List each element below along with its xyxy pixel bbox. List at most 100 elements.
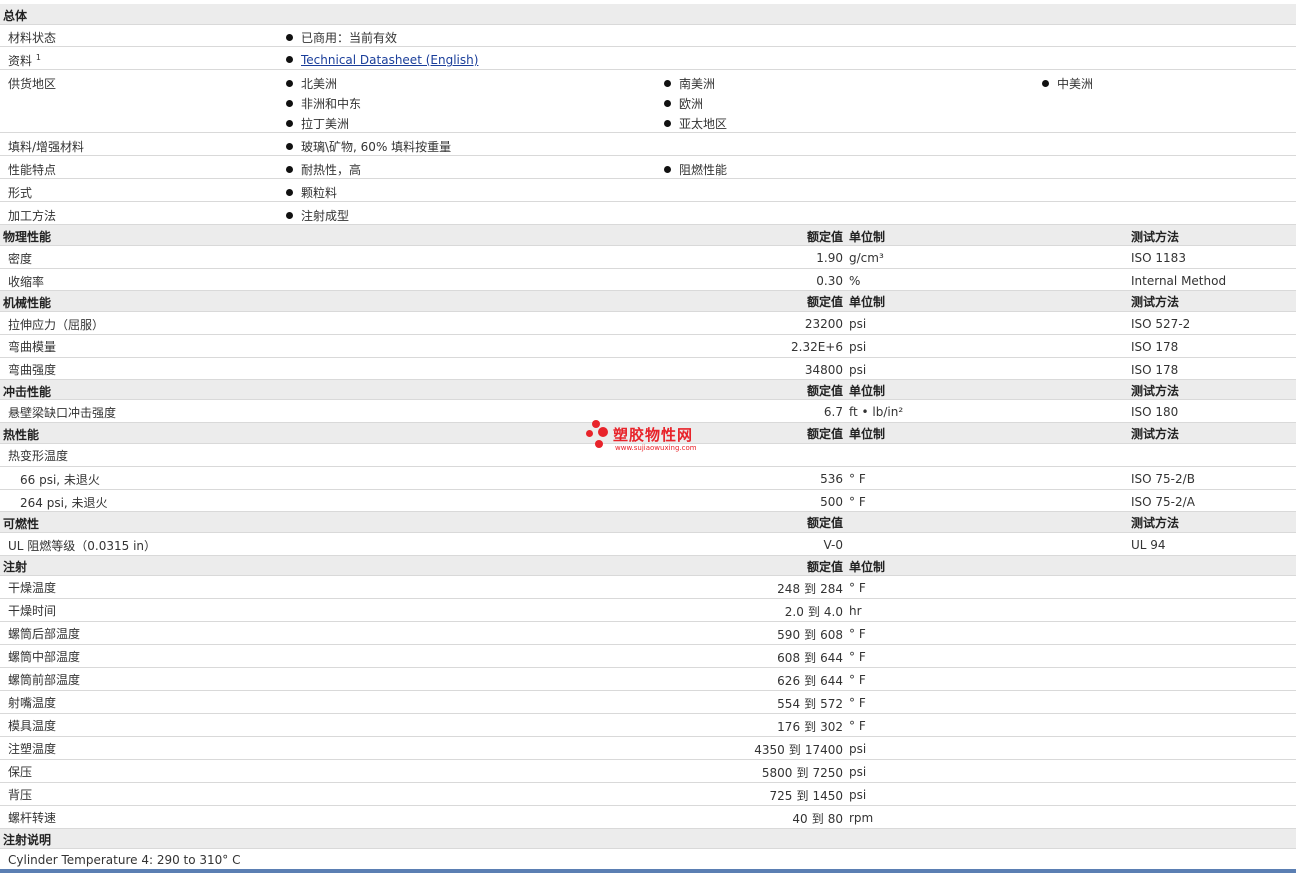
test-method: Internal Method — [1131, 274, 1227, 288]
column-header-value: 额定值 — [806, 516, 843, 530]
bullet-icon — [286, 212, 293, 219]
range-from: 608 — [777, 651, 801, 665]
table-row: 模具温度 176 到 302 ° F — [0, 714, 1296, 737]
range-from: 554 — [777, 697, 801, 711]
range-word: 到 — [804, 720, 817, 734]
property-unit: psi — [849, 788, 867, 802]
table-row: 密度 1.90 g/cm³ ISO 1183 — [0, 246, 1296, 269]
bullet-icon — [286, 80, 293, 87]
property-value: 536 — [820, 472, 843, 486]
row-regions: 供货地区 北美洲 南美洲 中美洲 非洲和中东 欧洲 拉丁美洲 亚太地区 — [0, 70, 1296, 133]
logo-dot — [598, 427, 608, 437]
range-to: 644 — [820, 651, 843, 665]
property-name: 射嘴温度 — [8, 696, 57, 710]
section-title: 机械性能 — [3, 296, 52, 310]
property-value: 1.90 — [816, 251, 843, 265]
section-title: 注射 — [3, 560, 28, 574]
column-header-unit: 单位制 — [849, 230, 886, 244]
property-unit: ft • lb/in² — [849, 405, 904, 419]
footer-border — [0, 869, 1296, 873]
table-row: 注塑温度 4350 到 17400 psi — [0, 737, 1296, 760]
bullet-icon — [286, 34, 293, 41]
table-row: UL 阻燃等级（0.0315 in） V-0 UL 94 — [0, 533, 1296, 556]
range-from: 40 — [792, 812, 808, 826]
section-mechanical: 机械性能 额定值 单位制 测试方法 — [0, 291, 1296, 312]
notes-row: Cylinder Temperature 4: 290 to 310° C — [0, 849, 1296, 869]
range-to: 1450 — [812, 789, 843, 803]
section-title: 物理性能 — [3, 230, 52, 244]
property-range: 40 到 80 — [792, 810, 843, 827]
table-row: 干燥时间 2.0 到 4.0 hr — [0, 599, 1296, 622]
range-word: 到 — [804, 697, 817, 711]
table-row: 66 psi, 未退火 536 ° F ISO 75-2/B — [0, 467, 1296, 490]
property-name: UL 阻燃等级（0.0315 in） — [8, 539, 157, 553]
property-unit: ° F — [849, 696, 866, 710]
test-method: ISO 75-2/B — [1131, 472, 1195, 486]
bullet-item: 阻燃性能 — [664, 161, 727, 178]
bullet-item: 耐热性，高 — [286, 161, 361, 178]
property-name: 弯曲模量 — [8, 340, 57, 354]
range-word: 到 — [811, 812, 824, 826]
range-word: 到 — [807, 605, 820, 619]
column-header-unit: 单位制 — [849, 560, 886, 574]
bullet-icon — [286, 143, 293, 150]
region-item: 非洲和中东 — [286, 95, 361, 112]
watermark-url: www.sujiaowuxing.com — [615, 444, 697, 452]
property-name: 螺筒中部温度 — [8, 650, 81, 664]
range-to: 17400 — [804, 743, 843, 757]
range-word: 到 — [804, 628, 817, 642]
property-value: 0.30 — [816, 274, 843, 288]
property-name: 干燥时间 — [8, 604, 57, 618]
property-unit: psi — [849, 363, 867, 377]
section-title: 热性能 — [3, 428, 40, 442]
bullet-item: Technical Datasheet (English) — [286, 53, 478, 67]
property-value: V-0 — [823, 538, 843, 552]
bullet-icon — [664, 100, 671, 107]
row-label: 填料/增强材料 — [8, 140, 85, 154]
range-from: 4350 — [754, 743, 785, 757]
range-from: 176 — [777, 720, 801, 734]
datasheet-link[interactable]: Technical Datasheet (English) — [301, 53, 478, 67]
region-item: 南美洲 — [664, 75, 715, 92]
logo-dot — [592, 420, 600, 428]
property-unit: ° F — [849, 495, 866, 509]
logo-dot — [595, 440, 603, 448]
range-from: 5800 — [761, 766, 793, 780]
property-range: 554 到 572 — [777, 695, 843, 712]
property-range: 590 到 608 — [777, 626, 843, 643]
property-value: 6.7 — [823, 405, 843, 419]
property-unit: psi — [849, 742, 867, 756]
table-row: 螺杆转速 40 到 80 rpm — [0, 806, 1296, 829]
property-unit: ° F — [849, 627, 866, 641]
section-flammability: 可燃性 额定值 测试方法 — [0, 512, 1296, 533]
table-row: 保压 5800 到 7250 psi — [0, 760, 1296, 783]
region-item: 亚太地区 — [664, 115, 727, 132]
column-header-unit: 单位制 — [849, 384, 886, 398]
bullet-item: 玻璃\矿物, 60% 填料按重量 — [286, 138, 451, 155]
property-unit: % — [849, 274, 861, 288]
region-item: 北美洲 — [286, 75, 337, 92]
property-unit: ° F — [849, 673, 866, 687]
range-to: 284 — [820, 582, 843, 596]
test-method: ISO 75-2/A — [1131, 495, 1195, 509]
section-general: 总体 — [0, 4, 1296, 25]
range-word: 到 — [804, 582, 817, 596]
property-value: 23200 — [804, 317, 843, 331]
table-row: 螺筒中部温度 608 到 644 ° F — [0, 645, 1296, 668]
region-item: 欧洲 — [664, 95, 703, 112]
range-to: 302 — [820, 720, 843, 734]
table-row: 收缩率 0.30 % Internal Method — [0, 269, 1296, 291]
bullet-item: 已商用：当前有效 — [286, 29, 397, 46]
row-label: 供货地区 — [8, 77, 57, 91]
table-row: 弯曲强度 34800 psi ISO 178 — [0, 358, 1296, 380]
property-name: 模具温度 — [8, 719, 57, 733]
row-form: 形式 颗粒料 — [0, 179, 1296, 202]
test-method: ISO 1183 — [1131, 251, 1186, 265]
property-name: 悬壁梁缺口冲击强度 — [8, 406, 117, 420]
bullet-icon — [286, 100, 293, 107]
row-label: 性能特点 — [8, 163, 57, 177]
section-physical: 物理性能 额定值 单位制 测试方法 — [0, 225, 1296, 246]
row-label: 资料 1 — [8, 53, 41, 68]
column-header-value: 额定值 — [806, 427, 843, 441]
range-word: 到 — [788, 743, 801, 757]
